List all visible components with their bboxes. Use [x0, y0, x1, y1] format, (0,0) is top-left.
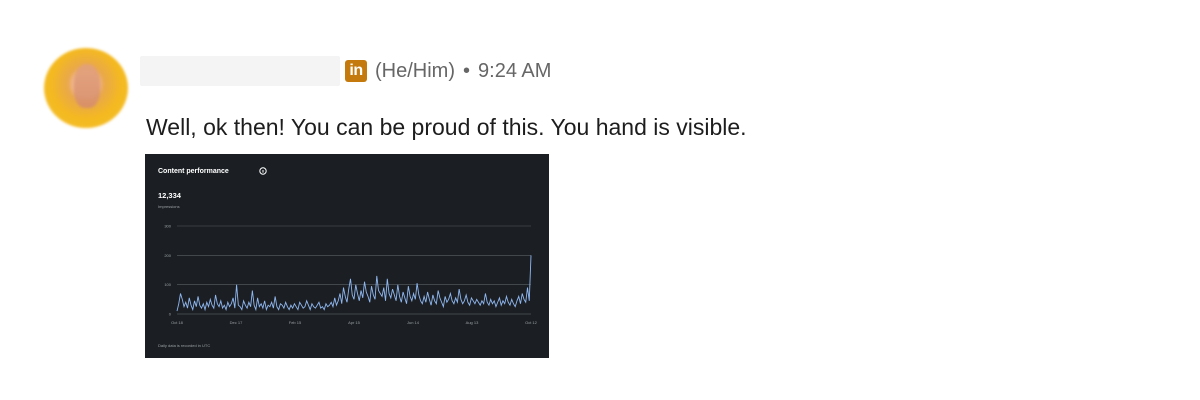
avatar-face [74, 64, 100, 108]
y-tick-label: 300 [164, 224, 171, 229]
attached-image[interactable]: Content performance 12,334 Impressions 0… [145, 154, 549, 358]
avatar[interactable] [44, 48, 128, 128]
info-icon[interactable] [259, 167, 267, 175]
content-performance-chart: Content performance 12,334 Impressions 0… [158, 167, 538, 348]
x-tick-label: Jun 14 [407, 320, 420, 325]
x-tick-label: Aug 13 [466, 320, 479, 325]
linkedin-icon[interactable]: in [345, 60, 367, 82]
x-tick-label: Dec 17 [230, 320, 243, 325]
linkedin-badge-text: in [349, 62, 363, 79]
chart-footnote: Daily data is recorded in UTC [158, 343, 210, 348]
y-tick-label: 0 [169, 312, 172, 317]
x-tick-label: Oct 12 [525, 320, 538, 325]
y-tick-label: 200 [164, 253, 171, 258]
summary-value: 12,334 [158, 191, 182, 200]
author-name-redacted[interactable] [140, 56, 340, 86]
x-tick-label: Oct 18 [171, 320, 184, 325]
message-text: Well, ok then! You can be proud of this.… [146, 114, 747, 140]
message-timestamp: 9:24 AM [478, 59, 552, 82]
summary-label: Impressions [158, 204, 180, 209]
author-pronouns: (He/Him) [375, 59, 455, 82]
y-tick-label: 100 [164, 282, 171, 287]
series-line [176, 255, 532, 312]
x-tick-label: Apr 15 [348, 320, 361, 325]
message-header: in (He/Him) • 9:24 AM [140, 56, 551, 86]
x-tick-label: Feb 15 [289, 320, 302, 325]
separator-dot: • [463, 59, 471, 82]
chat-message: in (He/Him) • 9:24 AM Well, ok then! You… [0, 0, 1200, 400]
chart-title: Content performance [158, 168, 229, 175]
